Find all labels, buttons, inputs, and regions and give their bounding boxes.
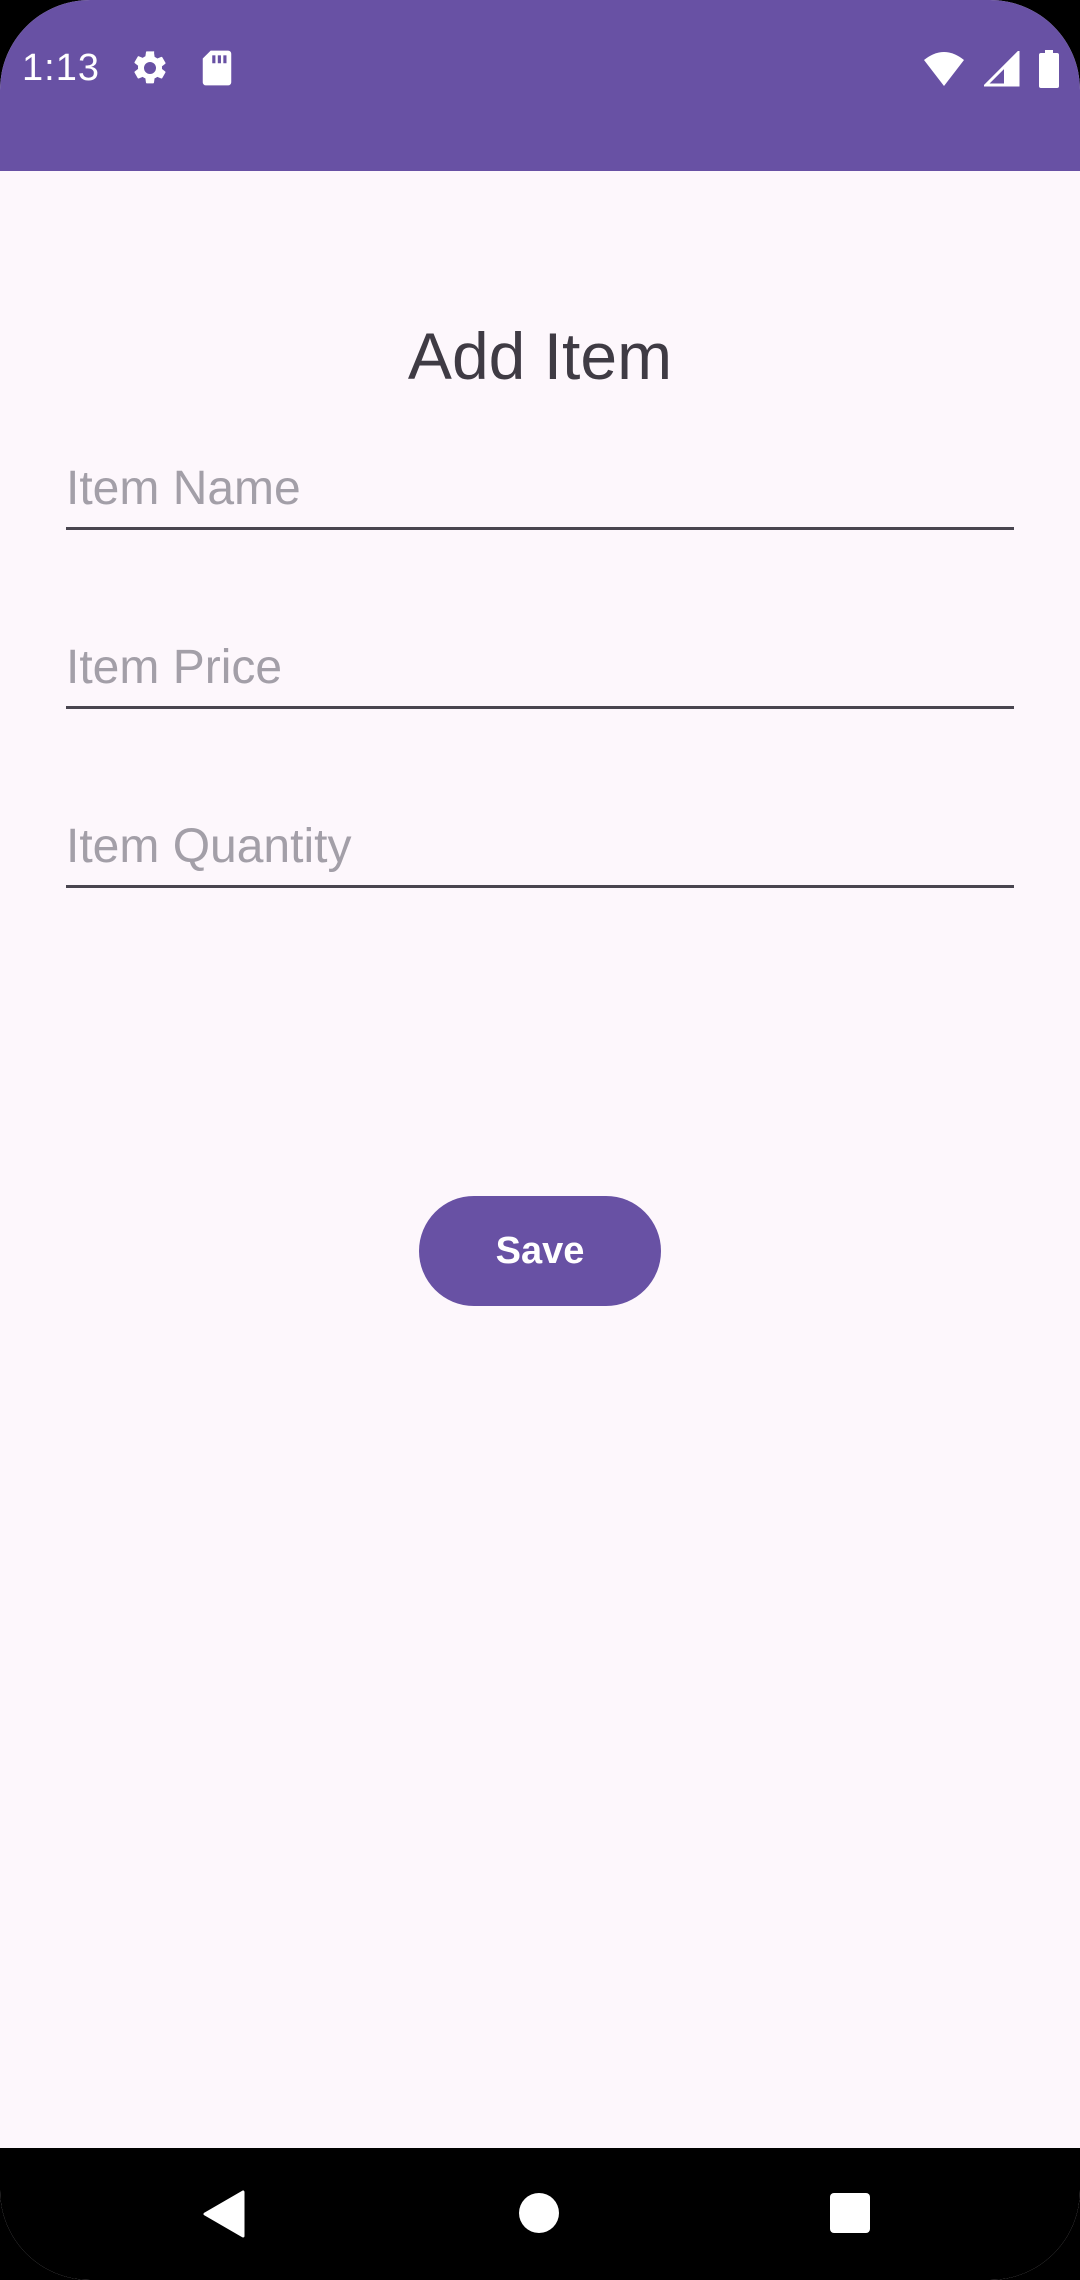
page-title: Add Item <box>407 319 673 393</box>
status-left: 1:13 <box>22 40 234 96</box>
item-quantity-field[interactable] <box>66 808 1014 888</box>
gear-icon <box>130 48 170 88</box>
cell-signal-icon <box>984 51 1020 87</box>
status-time: 1:13 <box>22 46 100 89</box>
save-button[interactable]: Save <box>419 1196 661 1306</box>
app-screen: 1:13 Add Item Item Name Item Price Item … <box>0 0 1080 2280</box>
battery-icon <box>1038 50 1060 88</box>
sd-card-icon <box>200 49 234 87</box>
home-icon[interactable] <box>518 2192 560 2234</box>
item-price-input[interactable] <box>66 629 1014 706</box>
status-right <box>922 44 1060 94</box>
back-icon[interactable] <box>203 2190 245 2238</box>
item-quantity-input[interactable] <box>66 808 1014 885</box>
item-name-input[interactable] <box>66 450 1014 527</box>
item-name-field[interactable] <box>66 450 1014 530</box>
item-price-field[interactable] <box>66 629 1014 709</box>
status-bar: 1:13 <box>0 0 1080 171</box>
recents-icon[interactable] <box>829 2192 871 2234</box>
wifi-icon <box>922 50 966 88</box>
navigation-bar <box>0 2148 1080 2280</box>
